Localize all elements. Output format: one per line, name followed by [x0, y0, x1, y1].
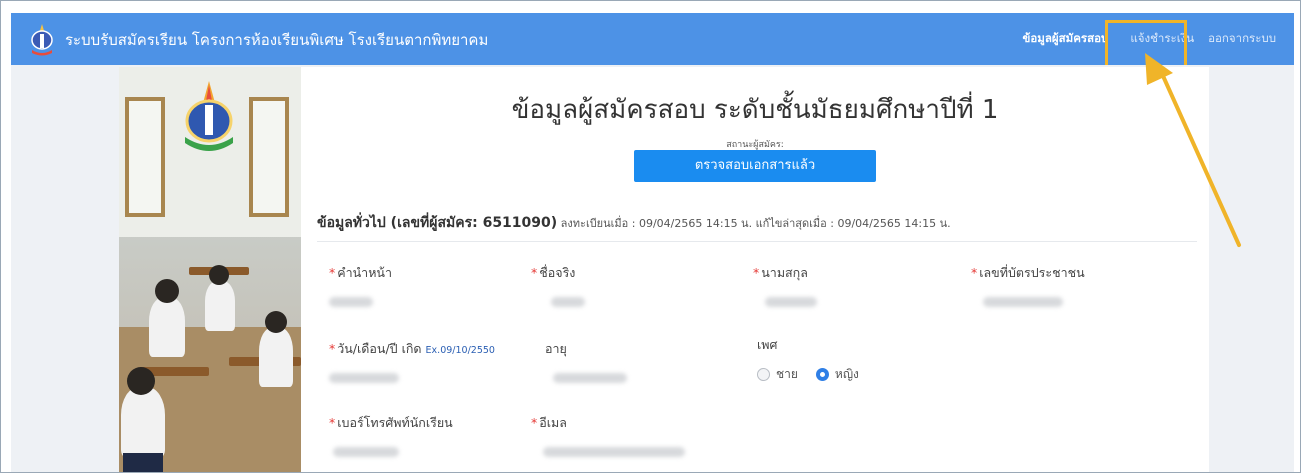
- gender-male-radio[interactable]: [757, 368, 770, 381]
- school-logo-icon: [31, 24, 53, 56]
- status-button[interactable]: ตรวจสอบเอกสารแล้ว: [634, 150, 876, 182]
- id-card-value-blurred: [983, 297, 1063, 307]
- status-label: สถานะผู้สมัคร:: [726, 140, 784, 150]
- top-navbar: ระบบรับสมัครเรียน โครงการห้องเรียนพิเศษ …: [11, 13, 1294, 65]
- birthdate-field[interactable]: * วัน/เดือน/ปี เกิด Ex.09/10/2550: [329, 339, 539, 383]
- birthdate-value-blurred: [329, 373, 399, 383]
- id-card-label: เลขที่บัตรประชาชน: [979, 265, 1085, 280]
- age-value-blurred: [553, 373, 627, 383]
- gender-male-label[interactable]: ชาย: [776, 365, 798, 384]
- prefix-value-blurred: [329, 297, 373, 307]
- app-title: ระบบรับสมัครเรียน โครงการห้องเรียนพิเศษ …: [65, 31, 489, 49]
- gender-field[interactable]: เพศ ชาย หญิง: [757, 335, 957, 384]
- email-label: อีเมล: [539, 415, 567, 430]
- applicant-info-card: ข้อมูลผู้สมัครสอบ ระดับชั้นมัธยมศึกษาปีท…: [301, 67, 1209, 472]
- prefix-field[interactable]: * คำนำหน้า: [329, 263, 479, 307]
- screenshot-frame: ระบบรับสมัครเรียน โครงการห้องเรียนพิเศษ …: [0, 0, 1301, 473]
- gender-female-radio[interactable]: [815, 368, 829, 381]
- gender-label: เพศ: [757, 337, 778, 352]
- page-title: ข้อมูลผู้สมัครสอบ ระดับชั้นมัธยมศึกษาปีท…: [511, 95, 999, 125]
- prefix-label: คำนำหน้า: [337, 265, 392, 280]
- registered-time: ลงทะเบียนเมื่อ : 09/04/2565 14:15 น.: [560, 217, 753, 230]
- id-card-field[interactable]: * เลขที่บัตรประชาชน: [971, 263, 1151, 307]
- nav-logout[interactable]: ออกจากระบบ: [1204, 30, 1280, 48]
- birthdate-label: วัน/เดือน/ปี เกิด: [337, 341, 422, 356]
- classroom-photo: [119, 67, 301, 472]
- required-marker: *: [531, 265, 538, 280]
- general-info-header: ข้อมูลทั่วไป (เลขที่ผู้สมัคร: 6511090) ล…: [317, 212, 951, 234]
- modified-time: แก้ไขล่าสุดเมื่อ : 09/04/2565 14:15 น.: [755, 217, 951, 230]
- birthdate-hint: Ex.09/10/2550: [425, 345, 495, 356]
- general-info-heading: ข้อมูลทั่วไป (เลขที่ผู้สมัคร: 6511090): [317, 215, 558, 231]
- age-field: อายุ: [545, 339, 695, 383]
- first-name-label: ชื่อจริง: [539, 265, 576, 280]
- gender-female-label[interactable]: หญิง: [835, 365, 859, 384]
- last-name-label: นามสกุล: [761, 265, 808, 280]
- last-name-value-blurred: [765, 297, 817, 307]
- required-marker: *: [971, 265, 978, 280]
- first-name-value-blurred: [551, 297, 585, 307]
- nav-applicant-info[interactable]: ข้อมูลผู้สมัครสอบ: [1018, 30, 1112, 48]
- phone-label: เบอร์โทรศัพท์นักเรียน: [337, 415, 453, 430]
- phone-field[interactable]: * เบอร์โทรศัพท์นักเรียน: [329, 413, 519, 457]
- age-label: อายุ: [545, 341, 567, 356]
- payment-highlight-box: [1105, 20, 1187, 68]
- last-name-field[interactable]: * นามสกุล: [753, 263, 903, 307]
- gender-radio-group[interactable]: ชาย หญิง: [757, 365, 957, 384]
- required-marker: *: [329, 341, 336, 356]
- email-field[interactable]: * อีเมล: [531, 413, 731, 457]
- first-name-field[interactable]: * ชื่อจริง: [531, 263, 681, 307]
- required-marker: *: [329, 415, 336, 430]
- school-emblem-icon: [185, 81, 233, 151]
- required-marker: *: [531, 415, 538, 430]
- email-value-blurred: [543, 447, 685, 457]
- required-marker: *: [753, 265, 760, 280]
- section-divider: [317, 241, 1197, 242]
- phone-value-blurred: [333, 447, 399, 457]
- required-marker: *: [329, 265, 336, 280]
